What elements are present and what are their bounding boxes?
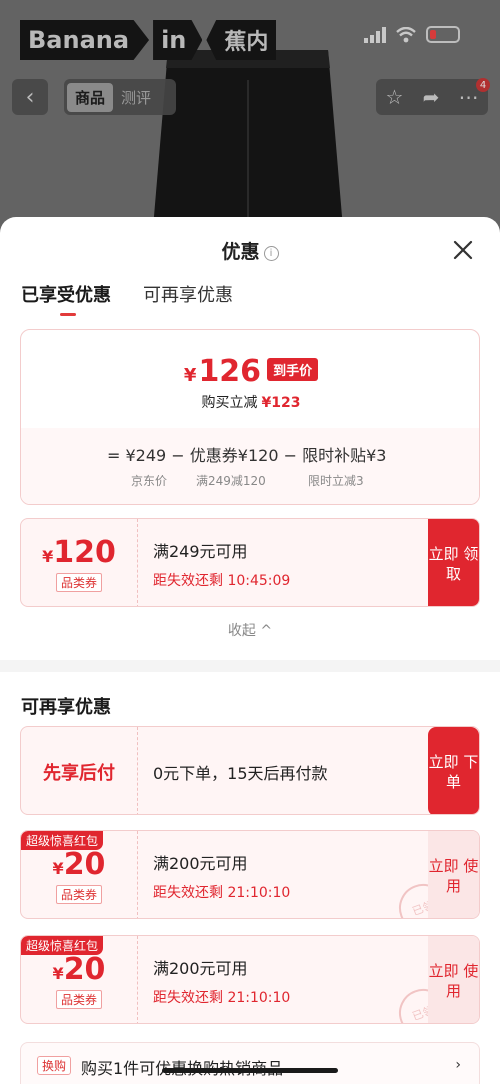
- red-packet-info: 满200元可用 距失效还剩 21:10:10: [153, 831, 291, 918]
- reduce-line: 购买立减 ¥123: [21, 392, 479, 412]
- sheet-tabs: 已享受优惠 可再享优惠: [21, 281, 233, 316]
- red-packet-timer: 距失效还剩 21:10:10: [153, 989, 291, 1006]
- price-formula: = ¥249 − 优惠券¥120 − 限时补贴¥3 京东价 满249减120 限…: [21, 428, 479, 504]
- sheet-title-text: 优惠: [221, 241, 260, 263]
- status-bar: [364, 26, 460, 43]
- coupon-card: ¥ 120 品类券 满249元可用 距失效还剩 10:45:09 立即 领取: [20, 518, 480, 607]
- more-section-title: 可再享优惠: [21, 697, 111, 718]
- notification-badge: 4: [476, 78, 490, 92]
- exchange-text: 购买1件可优惠换购热销商品: [81, 1055, 283, 1079]
- tab-review[interactable]: 测评: [121, 87, 151, 108]
- red-packet-card: ¥ 20 品类券 超级惊喜红包 满200元可用 距失效还剩 21:10:10 已…: [20, 935, 480, 1024]
- brand-logo: Banana in 蕉内: [20, 20, 277, 60]
- formula-sub-coupon: 满249减120: [196, 474, 266, 488]
- coupon-info: 满249元可用 距失效还剩 10:45:09: [153, 519, 291, 606]
- product-background: Banana in 蕉内 ‹ 商品 测评 ☆ ➦ ⋯ 4: [0, 0, 500, 240]
- collapse-toggle[interactable]: 收起 ^: [0, 620, 500, 640]
- coupon-category: 品类券: [55, 572, 102, 592]
- info-icon[interactable]: i: [263, 246, 279, 261]
- sheet-title: 优惠 i: [0, 237, 500, 264]
- red-packet-condition: 满200元可用: [153, 958, 248, 978]
- pay-later-title: 先享后付: [21, 727, 138, 814]
- red-packet-category: 品类券: [55, 989, 102, 1009]
- discount-sheet: 优惠 i 已享受优惠 可再享优惠 ¥ 126 到手价 购买立减 ¥123 = ¥24…: [0, 217, 500, 1084]
- coupon-condition: 满249元可用: [153, 541, 248, 561]
- brand-part-1: Banana: [20, 20, 150, 60]
- tab-more[interactable]: 可再享优惠: [143, 281, 233, 307]
- tab-enjoyed[interactable]: 已享受优惠: [21, 281, 111, 316]
- red-packet-corner-tag: 超级惊喜红包: [21, 831, 104, 850]
- section-divider: [0, 660, 500, 672]
- back-icon[interactable]: ‹: [12, 79, 48, 115]
- red-packet-amount: 20: [63, 846, 106, 882]
- battery-icon: [426, 26, 460, 43]
- red-packet-currency: ¥: [52, 858, 64, 878]
- use-button[interactable]: 立即 使用: [428, 831, 479, 918]
- final-price-tag: 到手价: [267, 358, 319, 381]
- exchange-offer-row[interactable]: 换购 购买1件可优惠换购热销商品 ›: [20, 1042, 480, 1084]
- pay-later-card: 先享后付 0元下单，15天后再付款 立即 下单: [20, 726, 480, 815]
- claim-button[interactable]: 立即 领取: [428, 519, 479, 606]
- formula-sub-jd: 京东价: [131, 474, 168, 488]
- reduce-amount: ¥123: [261, 395, 301, 411]
- red-packet-corner-tag: 超级惊喜红包: [21, 936, 104, 955]
- share-icon[interactable]: ➦: [423, 85, 440, 109]
- exchange-tag: 换购: [37, 1056, 72, 1075]
- price-summary-card: ¥ 126 到手价 购买立减 ¥123 = ¥249 − 优惠券¥120 − 限时…: [20, 329, 480, 505]
- red-packet-card: ¥ 20 品类券 超级惊喜红包 满200元可用 距失效还剩 21:10:10 已…: [20, 830, 480, 919]
- currency-symbol: ¥: [183, 365, 197, 386]
- coupon-amount: 120: [53, 534, 116, 570]
- brand-part-2: in: [153, 20, 203, 60]
- final-price: ¥ 126 到手价: [21, 354, 479, 389]
- product-actions: ☆ ➦ ⋯: [376, 79, 488, 115]
- product-tabs: 商品 测评: [64, 79, 176, 115]
- product-image: [152, 50, 344, 240]
- brand-part-3: 蕉内: [206, 20, 277, 60]
- star-icon[interactable]: ☆: [386, 85, 404, 109]
- chevron-right-icon: ›: [455, 1057, 461, 1073]
- red-packet-condition: 满200元可用: [153, 853, 248, 873]
- red-packet-amount: 20: [63, 951, 106, 987]
- pay-later-desc: 0元下单，15天后再付款: [153, 763, 328, 783]
- formula-sub-subsidy: 限时立减3: [308, 474, 364, 488]
- close-icon[interactable]: [452, 239, 474, 261]
- signal-icon: [364, 26, 386, 43]
- tab-product[interactable]: 商品: [67, 82, 114, 112]
- reduce-label: 购买立减: [201, 395, 258, 411]
- red-packet-category: 品类券: [55, 884, 102, 904]
- red-packet-timer: 距失效还剩 21:10:10: [153, 884, 291, 901]
- formula-text: = ¥249 − 优惠券¥120 − 限时补贴¥3: [107, 446, 387, 465]
- order-now-button[interactable]: 立即 下单: [428, 727, 479, 814]
- home-indicator: [162, 1068, 338, 1073]
- red-packet-currency: ¥: [52, 963, 64, 983]
- coupon-timer: 距失效还剩 10:45:09: [153, 572, 291, 589]
- final-price-value: 126: [198, 354, 262, 389]
- coupon-value: ¥ 120 品类券: [21, 519, 138, 606]
- use-button[interactable]: 立即 使用: [428, 936, 479, 1023]
- more-icon[interactable]: ⋯: [458, 85, 478, 109]
- coupon-currency: ¥: [42, 546, 54, 566]
- wifi-icon: [396, 26, 416, 42]
- red-packet-info: 满200元可用 距失效还剩 21:10:10: [153, 936, 291, 1023]
